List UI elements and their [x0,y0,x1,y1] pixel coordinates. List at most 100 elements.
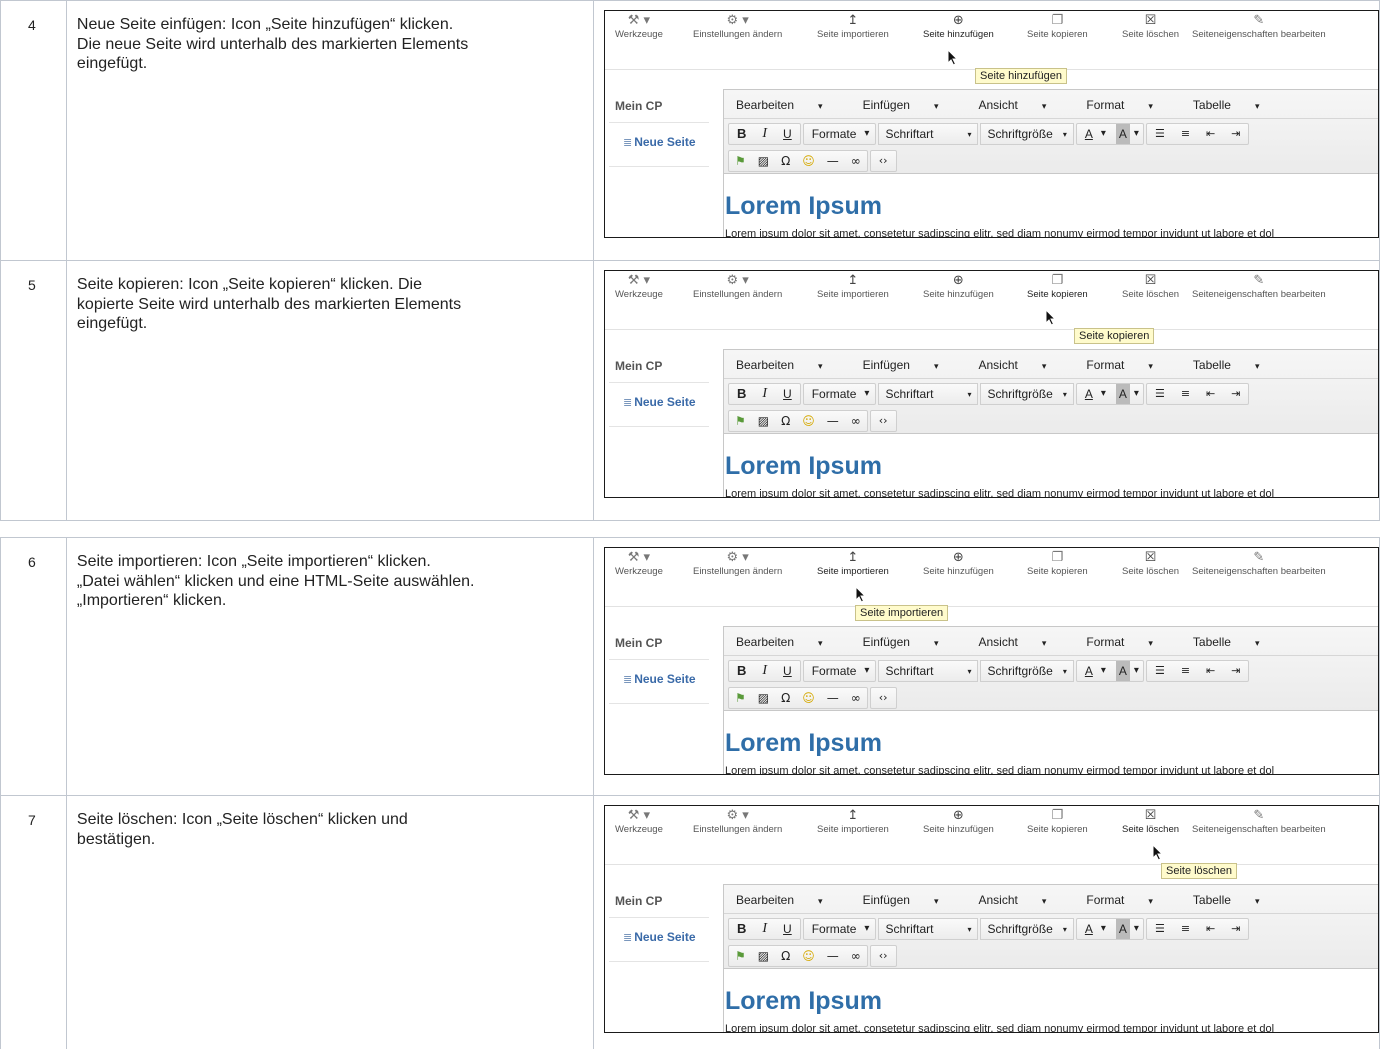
font-size-select[interactable]: Schriftgröße ▾ [980,383,1074,405]
italic-button[interactable]: I [754,661,775,681]
toolbar-einstellungen-button[interactable]: ⚙ ▾ Einstellungen ändern [693,13,782,40]
toolbar-kopieren-button[interactable]: ❐ Seite kopieren [1027,808,1088,835]
toolbar-importieren-button[interactable]: ↥ Seite importieren [817,808,889,835]
toolbar-kopieren-button[interactable]: ❐ Seite kopieren [1027,273,1088,300]
horizontal-rule-icon[interactable]: — [821,688,845,708]
font-size-select[interactable]: Schriftgröße ▾ [980,123,1074,145]
menu-einfügen[interactable]: Einfügen ▾ [863,635,959,649]
toolbar-eigenschaften-button[interactable]: ✎ Seiteneigenschaften bearbeiten [1192,273,1326,300]
bullet-list-icon[interactable]: ☰ [1147,384,1173,404]
toolbar-werkzeuge-button[interactable]: ⚒ ▾ Werkzeuge [615,273,663,300]
indent-icon[interactable]: ⇥ [1223,919,1248,939]
editor-content[interactable]: Lorem Ipsum Lorem ipsum dolor sit amet, c… [723,711,1378,774]
bookmark-icon[interactable]: ⚑ [729,151,752,171]
text-color-button[interactable]: A [1077,919,1101,939]
toolbar-loeschen-button[interactable]: ☒ Seite löschen [1122,273,1179,300]
toolbar-loeschen-button[interactable]: ☒ Seite löschen [1122,808,1179,835]
font-size-select[interactable]: Schriftgröße ▾ [980,660,1074,682]
menu-tabelle[interactable]: Tabelle ▾ [1193,893,1280,907]
toolbar-hinzufuegen-button[interactable]: ⊕ Seite hinzufügen [923,273,994,300]
menu-tabelle[interactable]: Tabelle ▾ [1193,635,1280,649]
special-char-icon[interactable]: Ω [775,411,796,431]
background-color-button[interactable]: A [1115,661,1130,681]
special-char-icon[interactable]: Ω [775,946,796,966]
formats-dropdown[interactable]: Formate ▾ [802,383,877,405]
menu-format[interactable]: Format ▾ [1086,358,1173,372]
toolbar-einstellungen-button[interactable]: ⚙ ▾ Einstellungen ändern [693,550,782,577]
numbered-list-icon[interactable]: ≡ [1173,919,1198,939]
outdent-icon[interactable]: ⇤ [1198,661,1223,681]
underline-button[interactable]: U [775,124,800,144]
indent-icon[interactable]: ⇥ [1223,384,1248,404]
indent-icon[interactable]: ⇥ [1223,124,1248,144]
font-family-select[interactable]: Schriftart ▾ [878,123,979,145]
sidebar-page-link[interactable]: ≣ Neue Seite [623,395,696,409]
toolbar-einstellungen-button[interactable]: ⚙ ▾ Einstellungen ändern [693,808,782,835]
italic-button[interactable]: I [754,124,775,144]
horizontal-rule-icon[interactable]: — [821,151,845,171]
indent-icon[interactable]: ⇥ [1223,661,1248,681]
image-icon[interactable]: ▨ [752,151,775,171]
editor-content[interactable]: Lorem Ipsum Lorem ipsum dolor sit amet, c… [723,174,1378,237]
underline-button[interactable]: U [775,919,800,939]
sidebar-page-link[interactable]: ≣ Neue Seite [623,930,696,944]
underline-button[interactable]: U [775,661,800,681]
editor-content[interactable]: Lorem Ipsum Lorem ipsum dolor sit amet, c… [723,969,1378,1032]
source-code-icon[interactable]: ‹› [871,151,896,171]
source-code-icon[interactable]: ‹› [871,946,896,966]
link-icon[interactable]: ∞ [845,151,867,171]
bold-button[interactable]: B [729,919,754,939]
toolbar-hinzufuegen-button[interactable]: ⊕ Seite hinzufügen [923,808,994,835]
font-size-select[interactable]: Schriftgröße ▾ [980,918,1074,940]
menu-format[interactable]: Format ▾ [1086,635,1173,649]
special-char-icon[interactable]: Ω [775,688,796,708]
toolbar-importieren-button[interactable]: ↥ Seite importieren [817,550,889,577]
bookmark-icon[interactable]: ⚑ [729,946,752,966]
emoji-icon[interactable]: ☺ [796,411,821,431]
formats-dropdown[interactable]: Formate ▾ [802,660,877,682]
menu-ansicht[interactable]: Ansicht ▾ [978,358,1066,372]
link-icon[interactable]: ∞ [845,688,867,708]
toolbar-hinzufuegen-button[interactable]: ⊕ Seite hinzufügen [923,550,994,577]
toolbar-werkzeuge-button[interactable]: ⚒ ▾ Werkzeuge [615,13,663,40]
bold-button[interactable]: B [729,661,754,681]
font-family-select[interactable]: Schriftart ▾ [878,383,979,405]
text-color-button[interactable]: A [1077,384,1101,404]
bookmark-icon[interactable]: ⚑ [729,688,752,708]
emoji-icon[interactable]: ☺ [796,946,821,966]
toolbar-eigenschaften-button[interactable]: ✎ Seiteneigenschaften bearbeiten [1192,550,1326,577]
toolbar-einstellungen-button[interactable]: ⚙ ▾ Einstellungen ändern [693,273,782,300]
toolbar-eigenschaften-button[interactable]: ✎ Seiteneigenschaften bearbeiten [1192,13,1326,40]
menu-format[interactable]: Format ▾ [1086,893,1173,907]
text-color-button[interactable]: A [1077,661,1101,681]
toolbar-importieren-button[interactable]: ↥ Seite importieren [817,13,889,40]
bold-button[interactable]: B [729,124,754,144]
link-icon[interactable]: ∞ [845,946,867,966]
toolbar-loeschen-button[interactable]: ☒ Seite löschen [1122,13,1179,40]
toolbar-kopieren-button[interactable]: ❐ Seite kopieren [1027,13,1088,40]
bullet-list-icon[interactable]: ☰ [1147,661,1173,681]
bullet-list-icon[interactable]: ☰ [1147,919,1173,939]
horizontal-rule-icon[interactable]: — [821,411,845,431]
italic-button[interactable]: I [754,919,775,939]
background-color-button[interactable]: A [1115,919,1130,939]
numbered-list-icon[interactable]: ≡ [1173,384,1198,404]
bold-button[interactable]: B [729,384,754,404]
italic-button[interactable]: I [754,384,775,404]
toolbar-eigenschaften-button[interactable]: ✎ Seiteneigenschaften bearbeiten [1192,808,1326,835]
menu-bearbeiten[interactable]: Bearbeiten ▾ [736,98,843,112]
formats-dropdown[interactable]: Formate ▾ [802,918,877,940]
image-icon[interactable]: ▨ [752,946,775,966]
horizontal-rule-icon[interactable]: — [821,946,845,966]
numbered-list-icon[interactable]: ≡ [1173,661,1198,681]
special-char-icon[interactable]: Ω [775,151,796,171]
emoji-icon[interactable]: ☺ [796,151,821,171]
sidebar-page-link[interactable]: ≣ Neue Seite [623,672,696,686]
link-icon[interactable]: ∞ [845,411,867,431]
bookmark-icon[interactable]: ⚑ [729,411,752,431]
menu-ansicht[interactable]: Ansicht ▾ [978,635,1066,649]
sidebar-page-link[interactable]: ≣ Neue Seite [623,135,696,149]
formats-dropdown[interactable]: Formate ▾ [802,123,877,145]
menu-ansicht[interactable]: Ansicht ▾ [978,893,1066,907]
menu-einfügen[interactable]: Einfügen ▾ [863,98,959,112]
